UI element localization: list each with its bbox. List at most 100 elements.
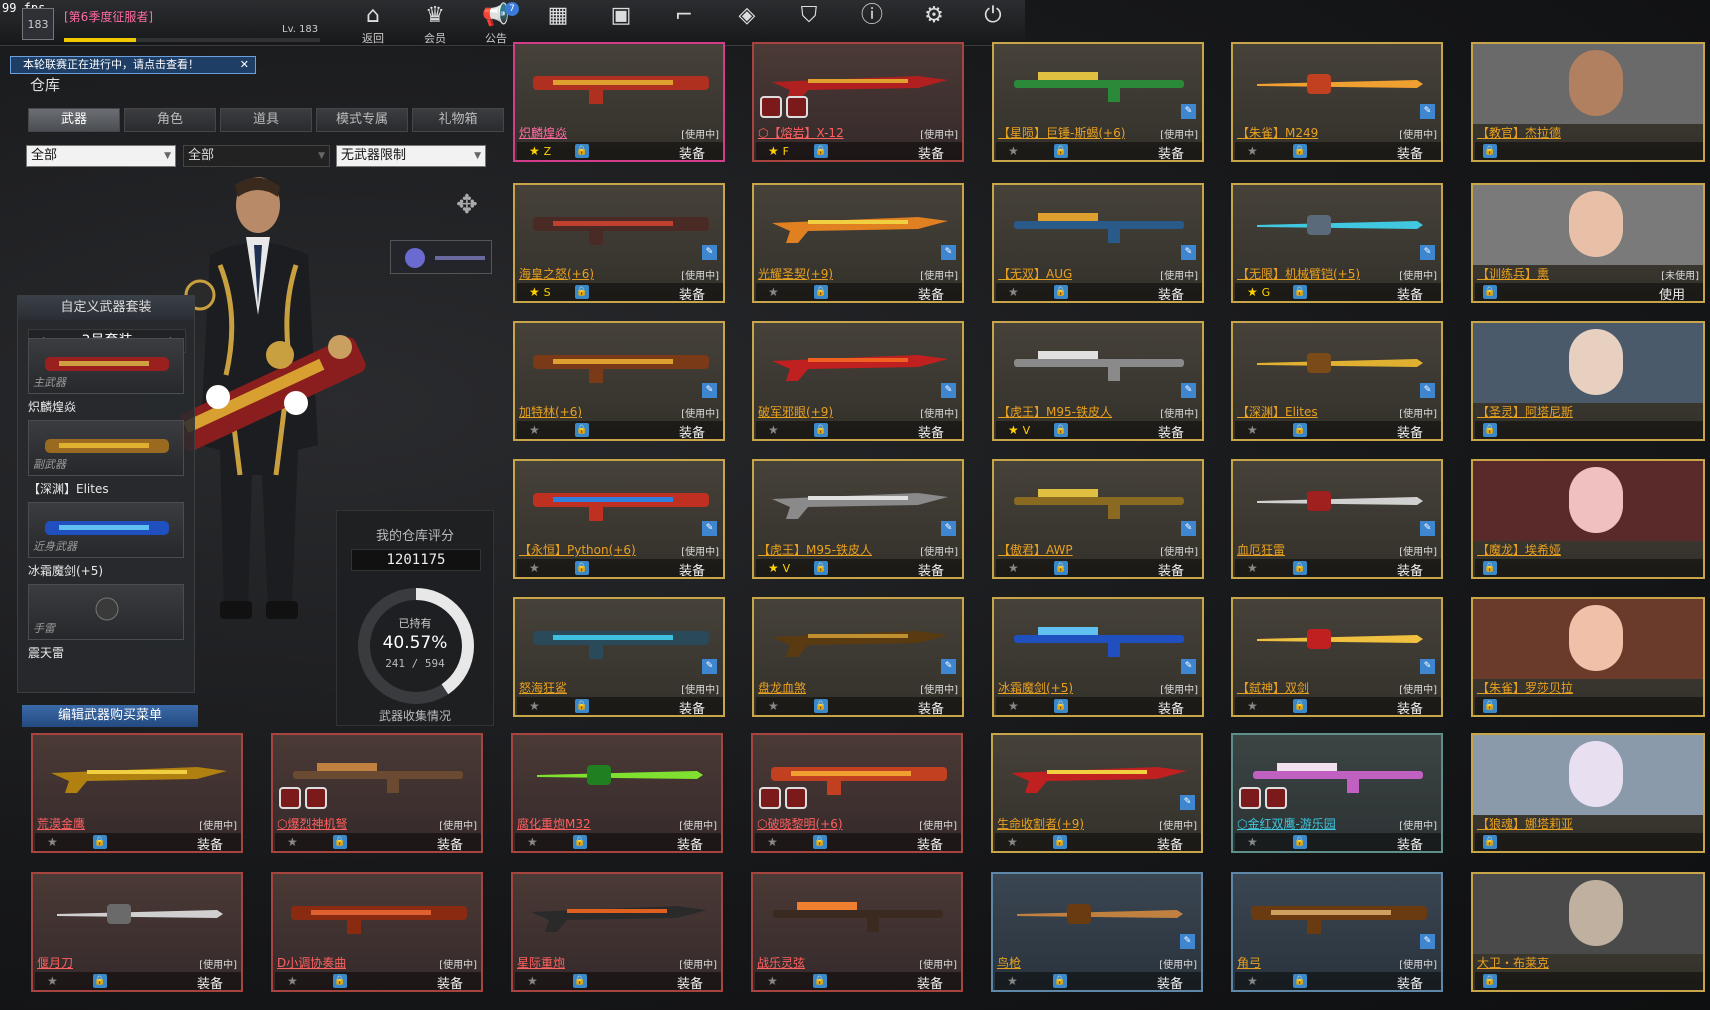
weapon-name[interactable]: 加特林(+6) [519, 403, 582, 420]
weapon-card[interactable]: 【傲君】AWP [使用中] ★ 🔒 装备 ✎ [992, 459, 1204, 579]
character-selector[interactable] [390, 240, 492, 274]
lock-icon[interactable]: 🔒 [575, 144, 589, 158]
weapon-card[interactable]: D小调协奏曲 [使用中] ★ 🔒 装备 [271, 872, 483, 992]
lock-icon[interactable]: 🔒 [573, 974, 587, 988]
equip-button[interactable]: 装备 [1158, 143, 1184, 160]
equip-button[interactable]: 装备 [1397, 834, 1423, 851]
weapon-name[interactable]: 怒海狂鲨 [519, 679, 567, 696]
lock-icon[interactable]: 🔒 [1054, 144, 1068, 158]
lock-icon[interactable]: 🔒 [1293, 974, 1307, 988]
weapon-card[interactable]: ⬡金红双鹰-游乐园 [使用中] ★ 🔒 装备 [1231, 733, 1443, 853]
nav-button-9[interactable]: ⚙ [909, 2, 959, 46]
lock-icon[interactable]: 🔒 [93, 974, 107, 988]
nav-button-10[interactable]: ⏻ [968, 2, 1018, 46]
lock-icon[interactable]: 🔒 [1483, 423, 1497, 437]
lock-icon[interactable]: 🔒 [1293, 561, 1307, 575]
wrench-icon[interactable]: ✎ [1420, 659, 1435, 674]
weapon-card[interactable]: 荒漠金鹰 [使用中] ★ 🔒 装备 [31, 733, 243, 853]
character-card[interactable]: 【狼魂】娜塔莉亚 🔒 [1471, 733, 1705, 853]
lock-icon[interactable]: 🔒 [1054, 423, 1068, 437]
weapon-name[interactable]: 偃月刀 [37, 954, 73, 971]
weapon-name[interactable]: ⬡金红双鹰-游乐园 [1237, 815, 1336, 832]
loadout-slot-3[interactable]: 手雷 [28, 584, 184, 640]
weapon-card[interactable]: 腐化重炮M32 [使用中] ★ 🔒 装备 [511, 733, 723, 853]
wrench-icon[interactable]: ✎ [1420, 521, 1435, 536]
loadout-slot-1[interactable]: 副武器 [28, 420, 184, 476]
equip-button[interactable]: 装备 [917, 973, 943, 990]
weapon-card[interactable]: 偃月刀 [使用中] ★ 🔒 装备 [31, 872, 243, 992]
equip-button[interactable]: 装备 [437, 834, 463, 851]
character-name[interactable]: 【圣灵】阿塔尼斯 [1477, 403, 1573, 420]
weapon-name[interactable]: 血厄狂雷 [1237, 541, 1285, 558]
equip-button[interactable]: 装备 [1397, 422, 1423, 439]
tab-1[interactable]: 角色 [124, 108, 216, 132]
tab-2[interactable]: 道具 [220, 108, 312, 132]
weapon-name[interactable]: 战乐灵弦 [757, 954, 805, 971]
wrench-icon[interactable]: ✎ [702, 245, 717, 260]
character-name[interactable]: 【朱雀】罗莎贝拉 [1477, 679, 1573, 696]
nav-button-7[interactable]: ⛉ [784, 2, 834, 46]
character-card[interactable]: 【圣灵】阿塔尼斯 🔒 [1471, 321, 1705, 441]
nav-button-2[interactable]: 📢 公告 7 [471, 2, 521, 46]
equip-button[interactable]: 装备 [1158, 560, 1184, 577]
equip-button[interactable]: 装备 [1397, 284, 1423, 301]
nav-button-4[interactable]: ▣ [596, 2, 646, 46]
lock-icon[interactable]: 🔒 [1053, 974, 1067, 988]
wrench-icon[interactable]: ✎ [1180, 934, 1195, 949]
character-name[interactable]: 【教官】杰拉德 [1477, 124, 1561, 141]
equip-button[interactable]: 装备 [1157, 834, 1183, 851]
weapon-card[interactable]: 鸟枪 [使用中] ★ 🔒 装备 ✎ [991, 872, 1203, 992]
wrench-icon[interactable]: ✎ [941, 521, 956, 536]
weapon-card[interactable]: ⬡爆烈神机弩 [使用中] ★ 🔒 装备 [271, 733, 483, 853]
lock-icon[interactable]: 🔒 [575, 285, 589, 299]
weapon-card[interactable]: 【无双】AUG [使用中] ★ 🔒 装备 ✎ [992, 183, 1204, 303]
lock-icon[interactable]: 🔒 [1483, 974, 1497, 988]
weapon-name[interactable]: 角弓 [1237, 954, 1261, 971]
lock-icon[interactable]: 🔒 [575, 423, 589, 437]
weapon-card[interactable]: 光耀圣契(+9) [使用中] ★ 🔒 装备 ✎ [752, 183, 964, 303]
tab-3[interactable]: 模式专属 [316, 108, 408, 132]
weapon-name[interactable]: 【傲君】AWP [998, 541, 1073, 558]
nav-button-3[interactable]: ▦ [533, 2, 583, 46]
equip-button[interactable]: 装备 [679, 698, 705, 715]
wrench-icon[interactable]: ✎ [1180, 795, 1195, 810]
weapon-card[interactable]: 战乐灵弦 [使用中] ★ 🔒 装备 [751, 872, 963, 992]
lock-icon[interactable]: 🔒 [1293, 144, 1307, 158]
weapon-card[interactable]: 角弓 [使用中] ★ 🔒 装备 ✎ [1231, 872, 1443, 992]
lock-icon[interactable]: 🔒 [814, 144, 828, 158]
lock-icon[interactable]: 🔒 [1483, 699, 1497, 713]
lock-icon[interactable]: 🔒 [1293, 423, 1307, 437]
loadout-slot-0[interactable]: 主武器 [28, 338, 184, 394]
weapon-name[interactable]: 【虎王】M95-铁皮人 [998, 403, 1112, 420]
weapon-card[interactable]: 【朱雀】M249 [使用中] ★ 🔒 装备 ✎ [1231, 42, 1443, 162]
equip-button[interactable]: 装备 [918, 560, 944, 577]
equip-button[interactable]: 装备 [1158, 698, 1184, 715]
character-name[interactable]: 大卫・布莱克 [1477, 954, 1549, 971]
character-name[interactable]: 【训练兵】熏 [1477, 265, 1549, 282]
nav-button-6[interactable]: ◈ [722, 2, 772, 46]
lock-icon[interactable]: 🔒 [1483, 144, 1497, 158]
equip-button[interactable]: 装备 [1158, 284, 1184, 301]
weapon-card[interactable]: 冰霜魔剑(+5) [使用中] ★ 🔒 装备 ✎ [992, 597, 1204, 717]
weapon-name[interactable]: 腐化重炮M32 [517, 815, 591, 832]
lock-icon[interactable]: 🔒 [575, 561, 589, 575]
equip-button[interactable]: 装备 [677, 834, 703, 851]
lock-icon[interactable]: 🔒 [1293, 835, 1307, 849]
weapon-name[interactable]: ⬡破晓黎明(+6) [757, 815, 843, 832]
weapon-name[interactable]: D小调协奏曲 [277, 954, 346, 971]
tab-4[interactable]: 礼物箱 [412, 108, 504, 132]
equip-button[interactable]: 装备 [1158, 422, 1184, 439]
filter-select-3[interactable]: 无武器限制 ▼ [336, 145, 486, 167]
lock-icon[interactable]: 🔒 [1293, 699, 1307, 713]
lock-icon[interactable]: 🔒 [814, 699, 828, 713]
wrench-icon[interactable]: ✎ [1420, 245, 1435, 260]
weapon-name[interactable]: 炽麟煌焱 [519, 124, 567, 141]
weapon-name[interactable]: 【深渊】Elites [1237, 403, 1318, 420]
nav-button-1[interactable]: ♛ 会员 [410, 2, 460, 46]
wrench-icon[interactable]: ✎ [1181, 104, 1196, 119]
wrench-icon[interactable]: ✎ [1181, 245, 1196, 260]
lock-icon[interactable]: 🔒 [93, 835, 107, 849]
lock-icon[interactable]: 🔒 [1053, 835, 1067, 849]
lock-icon[interactable]: 🔒 [1483, 835, 1497, 849]
character-card[interactable]: 大卫・布莱克 🔒 [1471, 872, 1705, 992]
